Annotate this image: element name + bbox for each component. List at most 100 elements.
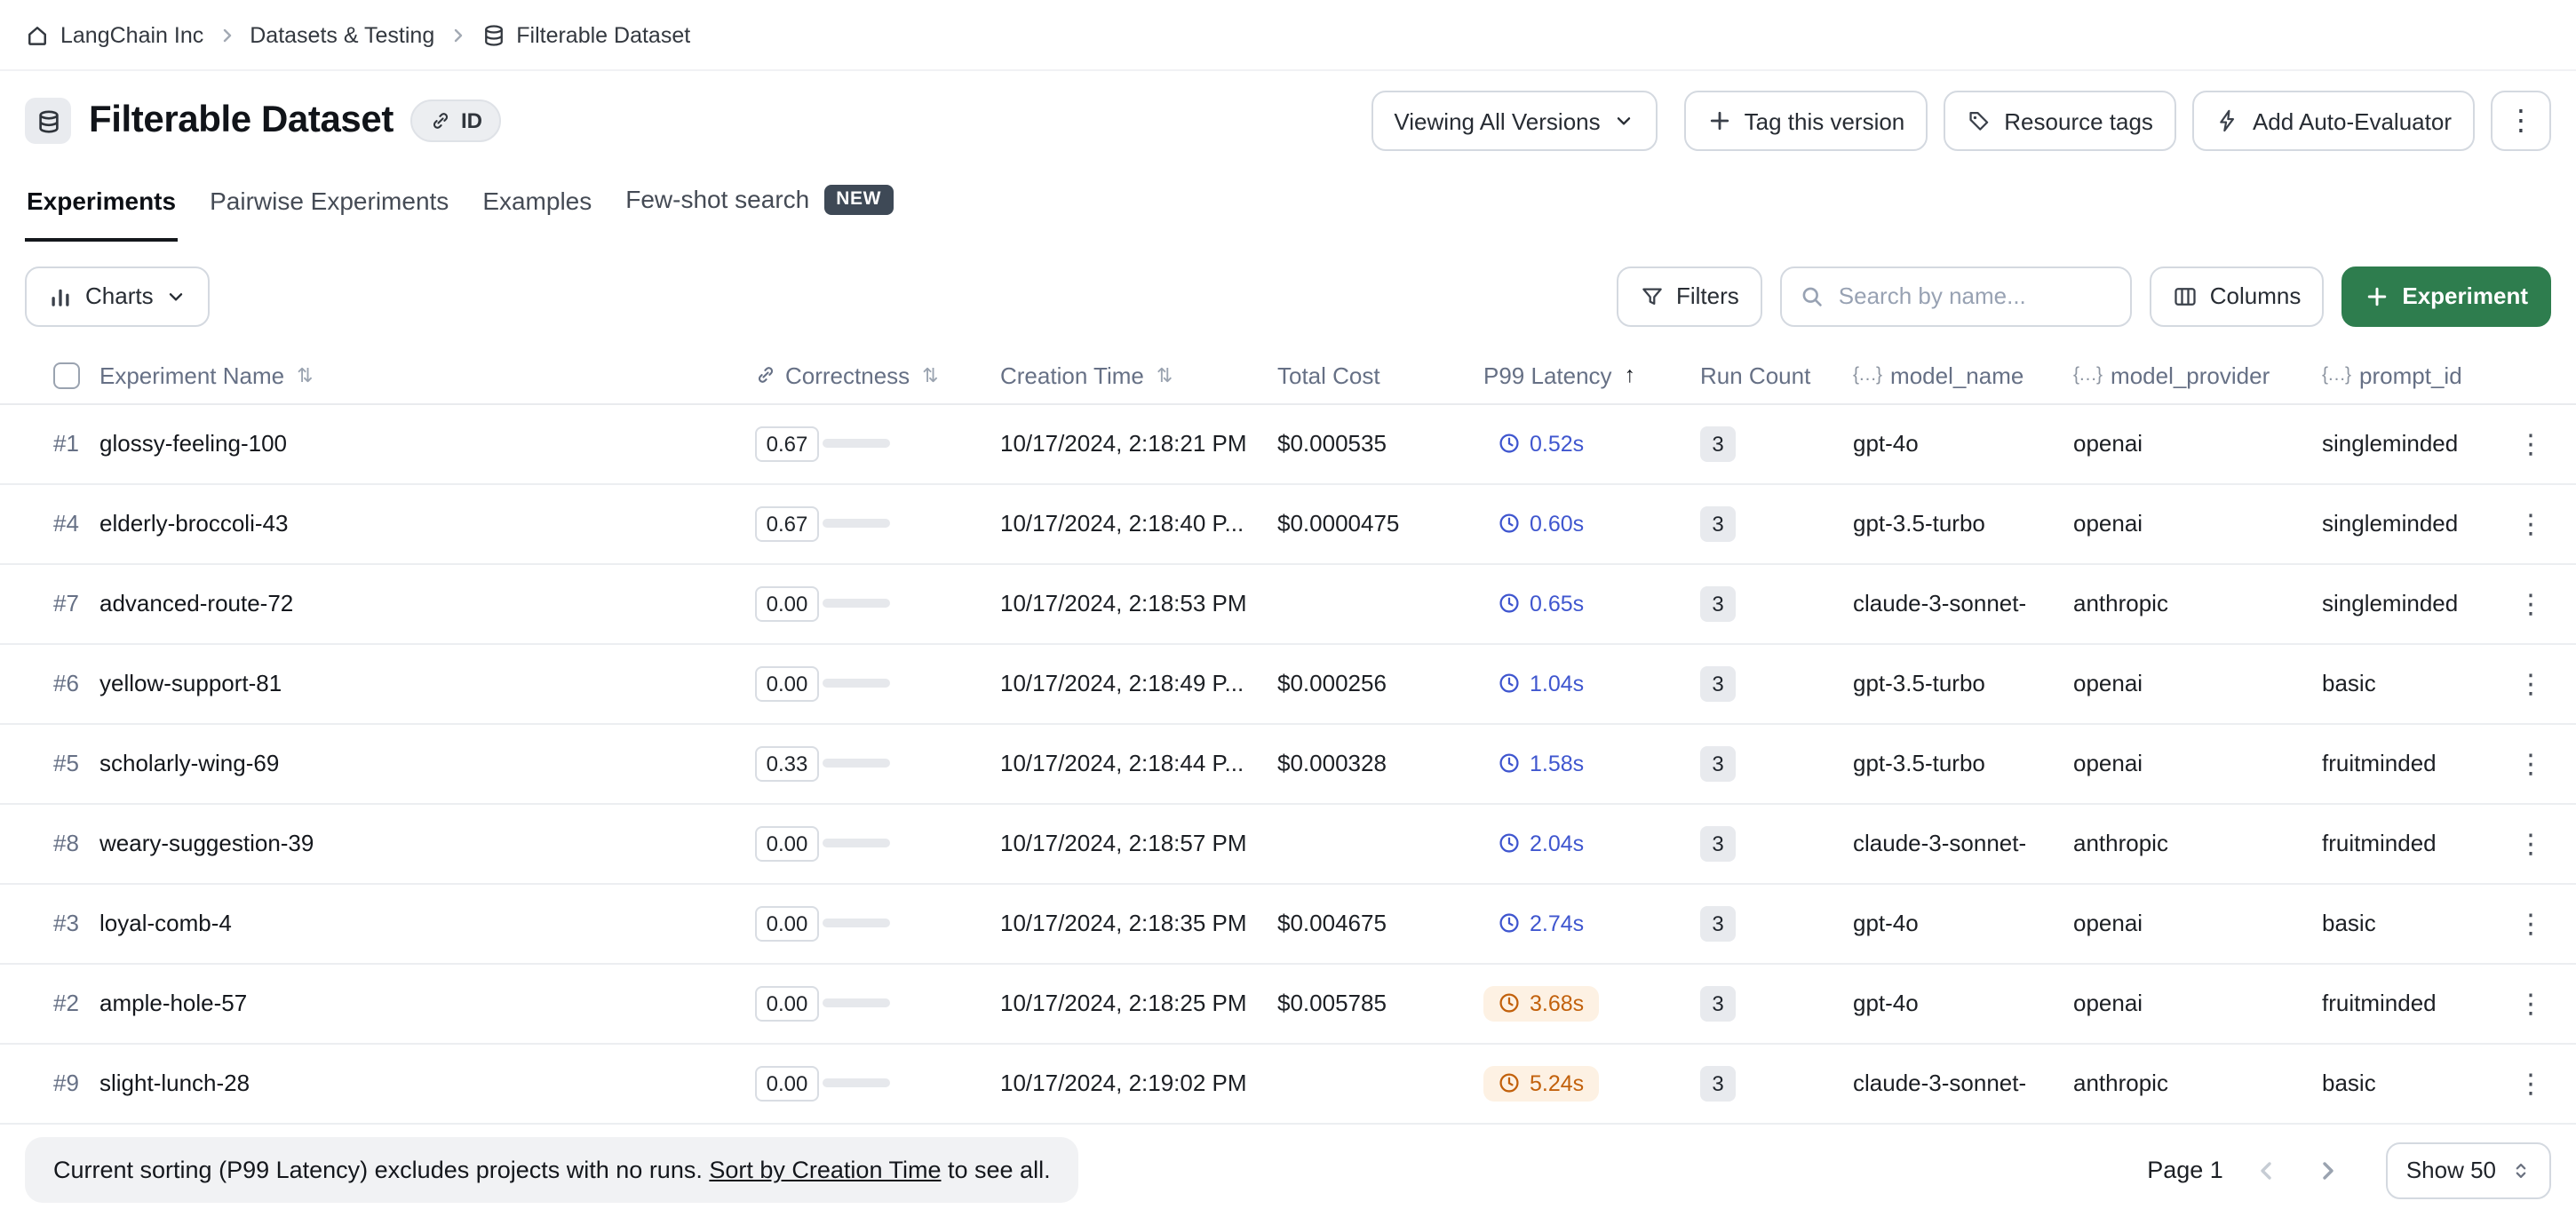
creation-time-cell: 10/17/2024, 2:18:35 PM (1000, 910, 1277, 936)
viewing-versions-dropdown[interactable]: Viewing All Versions (1371, 91, 1657, 151)
column-header-prompt-id[interactable]: {…} prompt_id (2322, 362, 2510, 388)
latency-cell: 5.24s (1483, 1065, 1700, 1101)
home-icon (25, 22, 50, 47)
creation-time-cell: 10/17/2024, 2:18:40 P... (1000, 510, 1277, 537)
column-header-total-cost[interactable]: Total Cost (1277, 362, 1483, 388)
column-header-experiment-name[interactable]: Experiment Name ⇅ (99, 362, 755, 388)
correctness-cell: 0.00 (755, 905, 1000, 941)
row-menu-button[interactable]: ⋮ (2510, 820, 2551, 866)
column-header-model-name[interactable]: {…} model_name (1853, 362, 2073, 388)
experiment-name-link[interactable]: advanced-route-72 (99, 590, 755, 616)
table-row[interactable]: #1 glossy-feeling-100 0.67 10/17/2024, 2… (0, 404, 2576, 484)
row-menu-button[interactable]: ⋮ (2510, 740, 2551, 786)
correctness-bar (823, 1078, 890, 1087)
page-size-select[interactable]: Show 50 (2387, 1141, 2551, 1198)
latency-value: 1.04s (1530, 671, 1584, 696)
correctness-cell: 0.00 (755, 585, 1000, 621)
header-menu-button[interactable]: ⋮ (2491, 91, 2551, 151)
up-down-arrows-icon (2510, 1159, 2532, 1181)
breadcrumb: LangChain Inc Datasets & Testing Filtera… (0, 0, 2576, 71)
tab-experiments[interactable]: Experiments (25, 179, 178, 241)
latency-cell: 3.68s (1483, 985, 1700, 1021)
tab-few-shot-search[interactable]: Few-shot search NEW (624, 178, 895, 241)
page-indicator: Page 1 (2147, 1157, 2223, 1183)
latency-cell: 2.74s (1483, 905, 1700, 941)
search-input[interactable] (1839, 282, 2112, 309)
chevron-right-icon (447, 24, 468, 45)
experiment-name-link[interactable]: loyal-comb-4 (99, 910, 755, 936)
column-header-correctness[interactable]: Correctness ⇅ (755, 362, 1000, 388)
table-row[interactable]: #9 slight-lunch-28 0.00 10/17/2024, 2:19… (0, 1044, 2576, 1124)
column-header-model-provider[interactable]: {…} model_provider (2073, 362, 2322, 388)
sort-icon: ⇅ (922, 363, 938, 386)
row-menu-button[interactable]: ⋮ (2510, 660, 2551, 706)
columns-button[interactable]: Columns (2150, 266, 2325, 326)
total-cost-cell: $0.000535 (1277, 430, 1483, 457)
correctness-cell: 0.67 (755, 505, 1000, 541)
sorting-notice: Current sorting (P99 Latency) excludes p… (25, 1137, 1079, 1203)
prompt-id-cell: basic (2322, 910, 2510, 936)
id-chip-label: ID (461, 108, 482, 133)
total-cost-cell: $0.000328 (1277, 750, 1483, 776)
dataset-icon (481, 22, 505, 47)
filters-button[interactable]: Filters (1616, 266, 1762, 326)
clock-icon (1498, 512, 1521, 535)
table-row[interactable]: #4 elderly-broccoli-43 0.67 10/17/2024, … (0, 484, 2576, 564)
table-row[interactable]: #5 scholarly-wing-69 0.33 10/17/2024, 2:… (0, 724, 2576, 804)
plus-icon (1707, 108, 1732, 133)
row-menu-button[interactable]: ⋮ (2510, 900, 2551, 946)
correctness-cell: 0.00 (755, 665, 1000, 701)
experiment-name-link[interactable]: elderly-broccoli-43 (99, 510, 755, 537)
experiment-name-link[interactable]: yellow-support-81 (99, 670, 755, 696)
tab-pairwise-experiments[interactable]: Pairwise Experiments (208, 179, 450, 241)
breadcrumb-current[interactable]: Filterable Dataset (481, 22, 690, 47)
latency-cell: 1.58s (1483, 745, 1700, 781)
experiment-name-link[interactable]: scholarly-wing-69 (99, 750, 755, 776)
row-menu-button[interactable]: ⋮ (2510, 1060, 2551, 1106)
next-page-button[interactable] (2302, 1143, 2355, 1197)
table-row[interactable]: #7 advanced-route-72 0.00 10/17/2024, 2:… (0, 564, 2576, 644)
sort-icon: ⇅ (1157, 363, 1173, 386)
previous-page-button[interactable] (2241, 1143, 2294, 1197)
resource-tags-button[interactable]: Resource tags (1944, 91, 2176, 151)
experiment-label: Experiment (2402, 282, 2528, 309)
table-row[interactable]: #2 ample-hole-57 0.00 10/17/2024, 2:18:2… (0, 964, 2576, 1044)
experiment-name-link[interactable]: glossy-feeling-100 (99, 430, 755, 457)
column-header-run-count[interactable]: Run Count (1700, 362, 1853, 388)
pagination: Page 1 Show 50 (2147, 1141, 2551, 1198)
latency-value: 2.04s (1530, 831, 1584, 855)
row-menu-button[interactable]: ⋮ (2510, 980, 2551, 1026)
breadcrumb-section[interactable]: Datasets & Testing (250, 22, 434, 47)
run-count-badge: 3 (1700, 426, 1736, 461)
table-row[interactable]: #3 loyal-comb-4 0.00 10/17/2024, 2:18:35… (0, 884, 2576, 964)
table-row[interactable]: #6 yellow-support-81 0.00 10/17/2024, 2:… (0, 644, 2576, 724)
experiment-name-link[interactable]: slight-lunch-28 (99, 1070, 755, 1096)
new-badge: NEW (823, 185, 894, 214)
tab-examples[interactable]: Examples (481, 179, 593, 241)
sort-by-creation-time-link[interactable]: Sort by Creation Time (709, 1157, 941, 1183)
column-header-creation-time[interactable]: Creation Time ⇅ (1000, 362, 1277, 388)
latency-badge: 1.04s (1483, 665, 1598, 701)
column-header-p99-latency[interactable]: P99 Latency ↑ (1483, 362, 1700, 388)
filter-icon (1639, 283, 1664, 308)
latency-badge: 0.60s (1483, 505, 1598, 541)
add-auto-evaluator-button[interactable]: Add Auto-Evaluator (2192, 91, 2475, 151)
tag-version-label: Tag this version (1745, 107, 1905, 134)
experiment-name-link[interactable]: ample-hole-57 (99, 990, 755, 1016)
new-experiment-button[interactable]: Experiment (2341, 266, 2551, 326)
table-row[interactable]: #8 weary-suggestion-39 0.00 10/17/2024, … (0, 804, 2576, 884)
tag-version-button[interactable]: Tag this version (1684, 91, 1928, 151)
lightning-icon (2215, 108, 2240, 133)
latency-cell: 2.04s (1483, 825, 1700, 861)
row-menu-button[interactable]: ⋮ (2510, 580, 2551, 626)
experiment-name-link[interactable]: weary-suggestion-39 (99, 830, 755, 856)
clock-icon (1498, 911, 1521, 935)
clock-icon (1498, 752, 1521, 775)
row-menu-button[interactable]: ⋮ (2510, 500, 2551, 546)
row-menu-button[interactable]: ⋮ (2510, 420, 2551, 466)
breadcrumb-org[interactable]: LangChain Inc (25, 22, 203, 47)
id-chip[interactable]: ID (411, 99, 502, 142)
charts-dropdown[interactable]: Charts (25, 266, 211, 326)
search-box[interactable] (1780, 266, 2132, 326)
select-all-checkbox[interactable] (53, 362, 80, 388)
